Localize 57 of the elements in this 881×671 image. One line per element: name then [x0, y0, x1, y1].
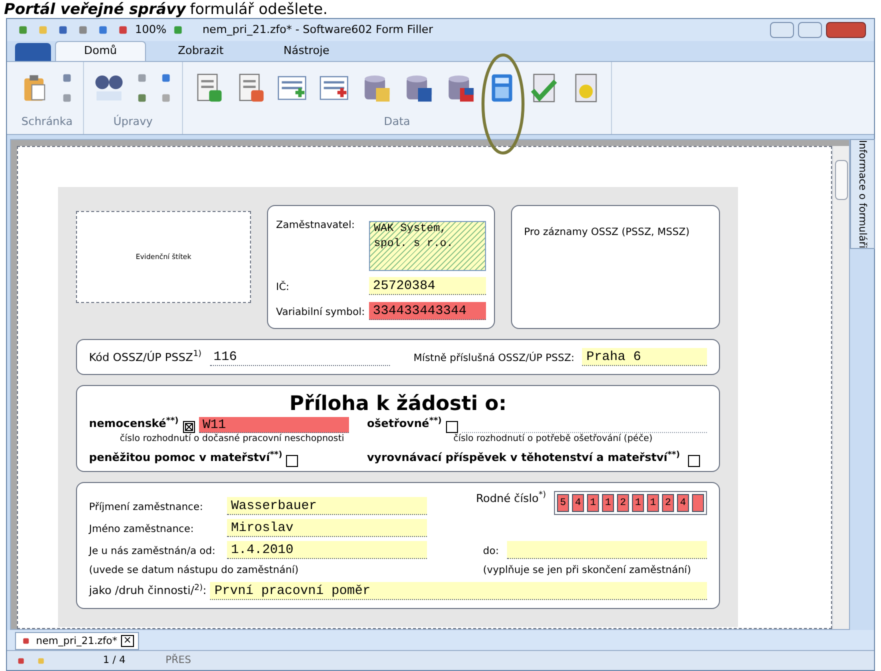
digit-cell: 2 — [662, 494, 674, 512]
field-hint: (vyplňuje se jen při skončení zaměstnání) — [482, 564, 692, 578]
records-label: Pro záznamy OSSZ (PSSZ, MSSZ) — [524, 227, 690, 238]
attachment-heading: Příloha k žádosti o: — [288, 390, 508, 416]
side-panel-tab[interactable]: Informace o formuláři — [850, 139, 874, 250]
page-indicator: 1 / 4 — [103, 654, 126, 668]
ico-field[interactable]: 25720384 — [368, 277, 486, 296]
digit-cell: 1 — [647, 494, 659, 512]
activity-field[interactable]: První pracovní poměr — [210, 582, 707, 600]
digit-cell: 5 — [557, 494, 569, 512]
ribbon-group-label: Data — [384, 114, 410, 130]
digit-cell: 1 — [632, 494, 644, 512]
variable-symbol-field[interactable]: 334433443344 — [368, 302, 486, 320]
window-title: nem_pri_21.zfo* - Software602 Form Filler — [202, 22, 433, 38]
variable-symbol-label: Variabilní symbol: — [276, 306, 365, 320]
first-name-field[interactable]: Miroslav — [227, 518, 427, 536]
zoom-level: 100% — [135, 22, 166, 38]
digit-cell: 4 — [572, 494, 584, 512]
surname-field[interactable]: Wasserbauer — [227, 496, 427, 514]
ico-label: IČ: — [276, 280, 290, 296]
ossz-code-field[interactable]: 116 — [210, 348, 390, 366]
digit-cell: 2 — [617, 494, 629, 512]
field-hint: číslo rozhodnutí o potřebě ošetřování (péče) — [452, 432, 654, 446]
ribbon-tab[interactable]: Zobrazit — [150, 41, 252, 61]
birth-number-label: Rodné číslo$^{*)}$ — [476, 490, 546, 506]
ribbon-group-label: Schránka — [21, 114, 73, 130]
ribbon-tab[interactable]: Nástroje — [256, 41, 358, 61]
ossz-code-label: Kód OSSZ/ÚP PSSZ$^{1)}$ — [89, 350, 202, 366]
local-office-label: Místně příslušná OSSZ/ÚP PSSZ: — [414, 351, 574, 366]
employed-from-field[interactable]: 1.4.2010 — [227, 540, 427, 558]
birth-number-field[interactable]: 5 4 1 1 2 1 1 2 4 — [554, 490, 707, 514]
close-tab-button[interactable]: × — [121, 635, 134, 647]
digit-cell: 1 — [602, 494, 614, 512]
decision-number-field[interactable]: W11 — [198, 416, 349, 432]
digit-cell: 4 — [677, 494, 689, 512]
input-mode: PŘES — [165, 653, 192, 668]
first-name-label: Jméno zaměstnance: — [89, 522, 195, 536]
field-hint: (uvede se datum nástupu do zaměstnání) — [89, 564, 300, 578]
employer-label: Zaměstnavatel: — [276, 219, 356, 233]
local-office-field[interactable]: Praha 6 — [582, 348, 707, 366]
option-label: nemocenské$^{**)}$ — [89, 416, 179, 432]
document-tab[interactable]: nem_pri_21.zfo* × — [15, 632, 139, 650]
surname-label: Příjmení zaměstnance: — [89, 500, 204, 514]
employer-field[interactable]: WAK System, spol. s r.o. — [368, 220, 486, 271]
caption-text: formulář odešlete. — [190, 0, 328, 18]
ribbon-tab[interactable]: Domů — [55, 41, 146, 61]
option-label: vyrovnávací příspěvek v těhotenství a mateřství$^{**)}$ — [367, 450, 680, 466]
document-tab-label: nem_pri_21.zfo* — [36, 634, 118, 648]
option-label: ošetřovné$^{**)}$ — [367, 416, 442, 432]
activity-label: jako /druh činnosti/$^{2)}$: — [89, 583, 206, 599]
option-label: peněžitou pomoc v mateřství$^{**)}$ — [89, 450, 282, 466]
employed-to-label: do: — [483, 544, 499, 558]
caption-emphasis: Portál veřejné správy — [4, 0, 186, 18]
employed-from-label: Je u nás zaměstnán/a od: — [89, 544, 216, 558]
digit-cell: 1 — [587, 494, 599, 512]
ribbon-group-label: Úpravy — [113, 114, 153, 130]
field-hint: číslo rozhodnutí o dočasné pracovní neschopnosti — [118, 432, 346, 446]
